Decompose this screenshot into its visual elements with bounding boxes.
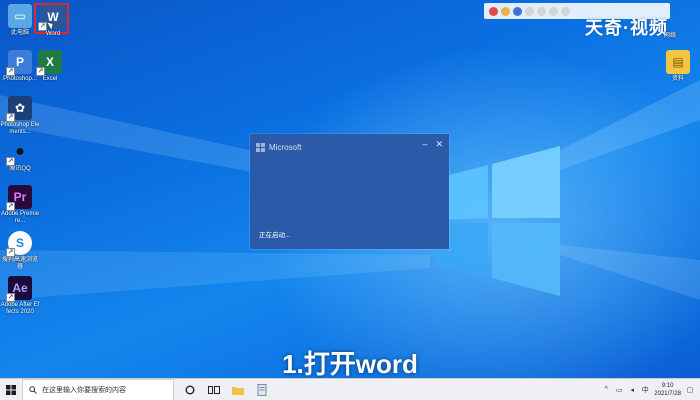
shortcut-arrow-icon: ↗ xyxy=(6,202,15,211)
desktop-icon-premiere[interactable]: Pr ↗ Adobe Premiere... xyxy=(0,185,40,225)
photoshop-elements-icon: ✿ ↗ xyxy=(6,96,32,122)
desktop-icon-sogou-browser[interactable]: S ↗ 搜狗高速浏览器 xyxy=(0,231,40,271)
desktop-icon-folder[interactable]: ▤ 资料 xyxy=(658,50,698,83)
sogou-browser-icon: S ↗ xyxy=(6,231,32,257)
desktop-icon-label: 网络 xyxy=(664,33,677,39)
notification-icon[interactable]: ▢ xyxy=(686,386,694,394)
microsoft-logo: Microsoft xyxy=(256,143,301,152)
shortcut-arrow-icon: ↗ xyxy=(38,22,47,31)
desktop-icon-label: 搜狗高速浏览器 xyxy=(1,257,38,270)
brand-watermark: 天奇·视频 xyxy=(585,18,668,38)
desktop-icon-after-effects[interactable]: Ae ↗ Adobe After Effects 2020 xyxy=(0,276,40,316)
microsoft-logo-text: Microsoft xyxy=(269,143,302,152)
computer-icon: ▭ xyxy=(8,4,32,28)
cortana-circle-icon xyxy=(185,385,195,394)
document-icon xyxy=(257,383,267,396)
pen-color-red-icon[interactable] xyxy=(489,6,498,16)
task-view-icon xyxy=(208,385,220,394)
clock-time: 9:10 xyxy=(661,382,674,389)
photoshop-icon: P ↗ xyxy=(6,50,32,76)
windows-start-icon xyxy=(6,384,16,395)
cortana-button[interactable] xyxy=(178,379,202,400)
minimize-button[interactable]: – xyxy=(422,139,427,150)
folder-icon: ▤ xyxy=(666,50,690,74)
desktop-icon-photoshop-elements[interactable]: ✿ ↗ Photoshop Elements... xyxy=(0,96,40,136)
splash-status-text: 正在启动... xyxy=(259,232,291,239)
search-placeholder: 在这里输入你要搜索的内容 xyxy=(42,386,126,394)
shortcut-arrow-icon: ↗ xyxy=(6,157,15,166)
desktop-icon-word[interactable]: W ↗ Word xyxy=(33,5,73,38)
window-controls: – ✕ xyxy=(422,139,443,150)
desktop-icon-qq[interactable]: ● ↗ 腾讯QQ xyxy=(0,140,40,173)
tutorial-caption: 1.打开word xyxy=(282,349,418,379)
task-view-button[interactable] xyxy=(202,379,226,400)
search-icon xyxy=(29,385,37,394)
taskbar-app-document[interactable] xyxy=(250,379,274,400)
volume-icon[interactable]: ◂ xyxy=(628,386,636,394)
premiere-icon: Pr ↗ xyxy=(6,185,32,211)
excel-icon: X ↗ xyxy=(36,50,62,76)
desktop-icon-label: Excel xyxy=(42,76,58,82)
shortcut-arrow-icon: ↗ xyxy=(36,67,45,76)
clock-date: 2021/7/28 xyxy=(654,390,681,397)
system-tray: ^ ▭ ◂ 中 9:10 2021/7/28 ▢ xyxy=(602,382,700,398)
word-splash-window: Microsoft – ✕ 正在启动... xyxy=(250,134,449,249)
tray-overflow-icon[interactable]: ^ xyxy=(602,386,610,394)
desktop-icon-label: Photoshop Elements... xyxy=(0,122,40,135)
shortcut-arrow-icon: ↗ xyxy=(6,67,15,76)
network-icon[interactable]: ▭ xyxy=(615,386,623,394)
qq-penguin-icon: ● ↗ xyxy=(6,143,25,166)
after-effects-icon: Ae ↗ xyxy=(6,276,32,302)
clear-icon[interactable] xyxy=(561,6,570,16)
desktop-icon-label: Adobe After Effects 2020 xyxy=(0,302,40,315)
input-method-icon[interactable]: 中 xyxy=(641,386,649,394)
pen-color-yellow-icon[interactable] xyxy=(501,6,510,16)
microsoft-logo-icon xyxy=(256,143,265,152)
desktop-icon-label: Adobe Premiere... xyxy=(0,211,40,224)
taskbar-app-explorer[interactable] xyxy=(226,379,250,400)
pen-color-blue-icon[interactable] xyxy=(513,6,522,16)
taskbar-search[interactable]: 在这里输入你要搜索的内容 xyxy=(22,378,174,400)
shortcut-arrow-icon: ↗ xyxy=(6,248,15,257)
pen-tool-icon[interactable] xyxy=(525,6,534,16)
eraser-icon[interactable] xyxy=(537,6,546,16)
undo-icon[interactable] xyxy=(549,6,558,16)
desktop-icon-excel[interactable]: X ↗ Excel xyxy=(30,50,70,83)
desktop-icon-label: Word xyxy=(45,31,61,37)
close-button[interactable]: ✕ xyxy=(435,139,443,150)
desktop-icon-label: 腾讯QQ xyxy=(9,166,31,172)
shortcut-arrow-icon: ↗ xyxy=(6,293,15,302)
shortcut-arrow-icon: ↗ xyxy=(6,113,15,122)
taskbar: 在这里输入你要搜索的内容 ^ ▭ ◂ 中 9:10 2021/7/28 ▢ xyxy=(0,378,700,400)
desktop: ▭ 此电脑 W ↗ Word P ↗ Photoshop... X ↗ Excel ✿… xyxy=(0,0,700,378)
file-explorer-icon xyxy=(232,386,244,395)
desktop-icon-label: 资料 xyxy=(671,76,684,82)
start-button[interactable] xyxy=(0,379,22,400)
clock[interactable]: 9:10 2021/7/28 xyxy=(654,382,681,398)
